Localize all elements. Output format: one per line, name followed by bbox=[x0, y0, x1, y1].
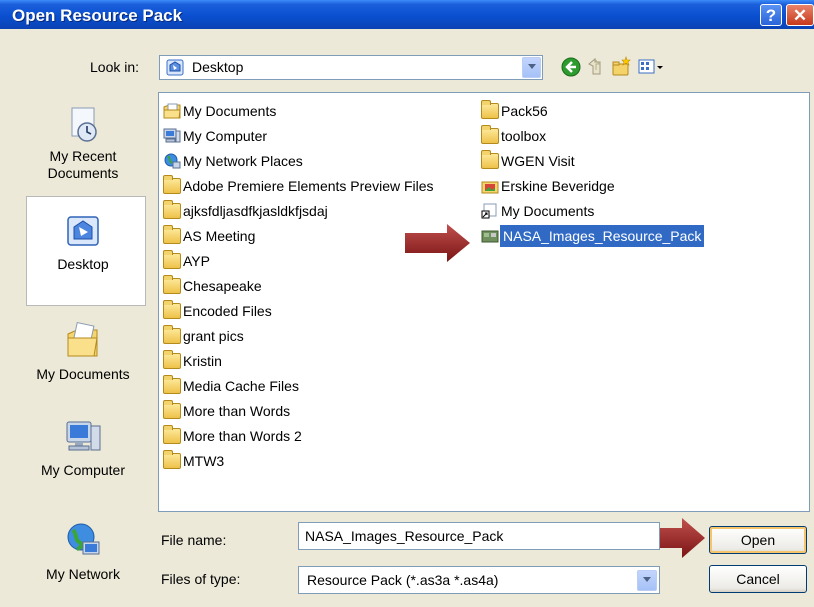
look-in-combobox[interactable]: Desktop bbox=[159, 55, 543, 80]
look-in-value: Desktop bbox=[192, 59, 244, 75]
file-name: My Computer bbox=[183, 128, 268, 144]
file-name: Adobe Premiere Elements Preview Files bbox=[183, 178, 434, 194]
file-name: WGEN Visit bbox=[501, 153, 575, 169]
file-name: AS Meeting bbox=[183, 228, 256, 244]
folder-icon bbox=[481, 100, 499, 119]
image-folder-icon bbox=[481, 181, 499, 194]
close-button[interactable]: ✕ bbox=[786, 4, 814, 26]
my-computer-icon bbox=[163, 128, 181, 143]
file-name: My Network Places bbox=[183, 153, 303, 169]
help-button[interactable]: ? bbox=[760, 4, 782, 26]
network-places-icon bbox=[164, 153, 181, 169]
look-in-dropdown-button[interactable] bbox=[522, 57, 541, 78]
file-name: Chesapeake bbox=[183, 278, 262, 294]
place-label: My Documents bbox=[36, 366, 130, 382]
place-label: Desktop bbox=[57, 256, 109, 272]
folder-icon bbox=[163, 275, 181, 294]
resource-pack-icon bbox=[481, 230, 499, 243]
file-name: Erskine Beveridge bbox=[501, 178, 615, 194]
recent-documents-icon bbox=[71, 107, 97, 142]
up-folder-icon[interactable] bbox=[585, 56, 607, 78]
file-type-select[interactable]: Resource Pack (*.as3a *.as4a) bbox=[298, 566, 660, 594]
file-name: My Documents bbox=[183, 103, 277, 119]
file-name: AYP bbox=[183, 253, 210, 269]
my-documents-icon bbox=[67, 321, 98, 357]
file-name: My Documents bbox=[501, 203, 595, 219]
back-icon[interactable] bbox=[560, 56, 582, 78]
open-button[interactable]: Open bbox=[709, 526, 807, 554]
file-name: ajksfdljasdfkjasldkfjsdaj bbox=[183, 203, 328, 219]
file-name: NASA_Images_Resource_Pack bbox=[500, 225, 705, 247]
file-list[interactable]: My Documents My Computer My Network Plac… bbox=[158, 92, 810, 512]
file-name: More than Words 2 bbox=[183, 428, 302, 444]
cancel-button[interactable]: Cancel bbox=[709, 565, 807, 593]
file-name-input[interactable] bbox=[298, 522, 660, 550]
desktop-icon bbox=[166, 59, 184, 76]
file-name: Media Cache Files bbox=[183, 378, 299, 394]
folder-icon bbox=[163, 300, 181, 319]
file-name: More than Words bbox=[183, 403, 291, 419]
place-my-network[interactable]: My Network bbox=[18, 520, 148, 583]
folder-icon bbox=[163, 450, 181, 469]
title-bar: Open Resource Pack ? ✕ bbox=[0, 0, 814, 29]
new-folder-icon[interactable] bbox=[610, 56, 632, 78]
file-type-value: Resource Pack (*.as3a *.as4a) bbox=[307, 572, 499, 588]
window-title: Open Resource Pack bbox=[12, 6, 183, 25]
folder-icon bbox=[163, 200, 181, 219]
desktop-icon bbox=[67, 216, 99, 246]
file-type-label: Files of type: bbox=[161, 571, 241, 587]
views-menu-icon[interactable] bbox=[637, 56, 665, 78]
folder-icon bbox=[481, 125, 499, 144]
folder-icon bbox=[163, 400, 181, 419]
place-desktop[interactable]: Desktop bbox=[18, 212, 148, 273]
file-type-dropdown-button[interactable] bbox=[637, 570, 657, 591]
folder-icon bbox=[163, 425, 181, 444]
file-name: MTW3 bbox=[183, 453, 225, 469]
file-name: Kristin bbox=[183, 353, 222, 369]
folder-icon bbox=[163, 350, 181, 369]
places-bar: My Recent Documents Desktop My Documents… bbox=[18, 84, 148, 596]
file-name: Encoded Files bbox=[183, 303, 272, 319]
my-documents-icon bbox=[163, 103, 181, 119]
folder-icon bbox=[163, 375, 181, 394]
folder-icon bbox=[163, 175, 181, 194]
folder-icon bbox=[481, 150, 499, 169]
place-label: My Recent Documents bbox=[47, 148, 119, 181]
look-in-label: Look in: bbox=[90, 59, 140, 75]
folder-icon bbox=[163, 250, 181, 269]
file-name-label: File name: bbox=[161, 532, 227, 548]
place-my-recent-documents[interactable]: My Recent Documents bbox=[18, 104, 148, 182]
place-label: My Network bbox=[46, 566, 120, 582]
shortcut-icon bbox=[481, 203, 497, 219]
file-name: Pack56 bbox=[501, 103, 548, 119]
place-my-documents[interactable]: My Documents bbox=[18, 320, 148, 383]
file-name: toolbox bbox=[501, 128, 547, 144]
my-computer-icon bbox=[66, 421, 101, 451]
place-label: My Computer bbox=[40, 462, 126, 478]
chevron-down-icon bbox=[643, 577, 651, 582]
pointer-arrow-icon bbox=[405, 224, 470, 262]
file-name: grant pics bbox=[183, 328, 244, 344]
chevron-down-icon bbox=[528, 64, 536, 69]
place-my-computer[interactable]: My Computer bbox=[18, 416, 148, 479]
folder-icon bbox=[163, 225, 181, 244]
my-network-icon bbox=[67, 523, 100, 555]
folder-icon bbox=[163, 325, 181, 344]
